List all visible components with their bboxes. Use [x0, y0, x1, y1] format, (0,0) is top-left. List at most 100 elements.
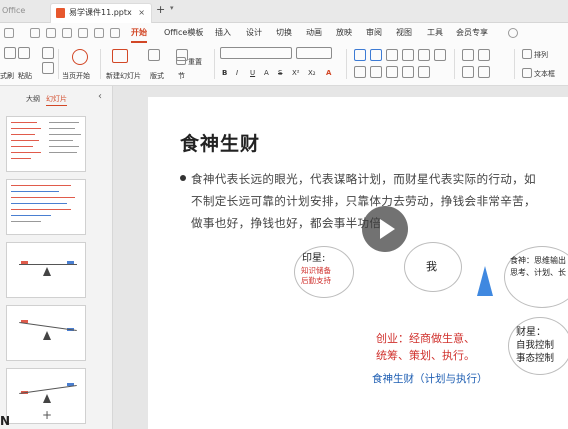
text-shadow-button[interactable]: A [264, 69, 269, 77]
add-slide-button[interactable]: + [42, 408, 52, 422]
tab-slides[interactable]: 幻灯片 [46, 94, 67, 106]
tab-design[interactable]: 设计 [246, 27, 262, 38]
font-color-button[interactable]: A [326, 69, 331, 77]
print-icon[interactable] [62, 28, 72, 38]
paste-icon[interactable] [18, 47, 30, 59]
numbering-icon[interactable] [434, 49, 446, 61]
me-label: 我 [426, 260, 437, 273]
italic-button[interactable]: I [236, 69, 238, 77]
save-icon[interactable] [30, 28, 40, 38]
align-left-icon[interactable] [354, 49, 366, 61]
video-play-button[interactable] [362, 206, 408, 252]
tab-office-templates[interactable]: Office模板 [164, 27, 203, 38]
new-slide-label[interactable]: 新建幻灯片 [106, 71, 141, 81]
underline-button[interactable]: U [250, 69, 255, 77]
body-text-line[interactable]: 食神代表长远的眼光，代表谋略计划，而财星代表实际的行动，如 [191, 171, 536, 187]
play-icon [380, 219, 395, 239]
slide-thumbnail[interactable] [6, 305, 86, 361]
align-right-icon[interactable] [386, 49, 398, 61]
play-from-current-icon[interactable] [72, 49, 88, 65]
close-tab-icon[interactable]: × [138, 4, 145, 22]
toolbar-divider [514, 49, 515, 79]
tab-view[interactable]: 视图 [396, 27, 412, 38]
tab-animation[interactable]: 动画 [306, 27, 322, 38]
slide-title[interactable]: 食神生财 [180, 129, 260, 156]
shapes-icon[interactable] [462, 49, 474, 61]
play-from-current-label[interactable]: 当页开始 [62, 71, 90, 81]
toolbar-divider [100, 49, 101, 79]
preview-icon[interactable] [78, 28, 88, 38]
slide-thumbnail[interactable] [6, 242, 86, 298]
current-slide[interactable]: 食神生财 食神代表长远的眼光，代表谋略计划，而财星代表实际的行动，如 不制定长远… [148, 97, 568, 429]
toolbar-divider [214, 49, 215, 79]
paste-label[interactable]: 粘贴 [18, 71, 32, 81]
undo-icon[interactable] [94, 28, 104, 38]
reset-icon[interactable] [176, 57, 186, 65]
chuangye-text: 创业：经商做生意、 [376, 332, 475, 345]
outdent-icon[interactable] [370, 66, 382, 78]
bullets-icon[interactable] [418, 49, 430, 61]
shishen-label: 食神：思维输出 [510, 256, 566, 265]
table-icon[interactable] [462, 66, 474, 78]
bullet-dot [180, 175, 186, 181]
slide-thumbnail-pane: 大纲 幻灯片 ‹ + [0, 86, 113, 429]
caixing-detail: 自我控制 [516, 340, 555, 351]
slide-editor: 食神生财 食神代表长远的眼光，代表谋略计划，而财星代表实际的行动，如 不制定长远… [113, 86, 568, 429]
bold-button[interactable]: B [222, 69, 227, 77]
font-size-select[interactable] [296, 47, 332, 59]
toolbar-divider [58, 49, 59, 79]
chart-icon[interactable] [478, 66, 490, 78]
document-tab[interactable]: 易学课件11.pptx × [50, 3, 152, 23]
tab-review[interactable]: 审阅 [366, 27, 382, 38]
search-icon[interactable] [508, 28, 518, 38]
reset-label[interactable]: 重置 [188, 57, 202, 67]
font-family-select[interactable] [220, 47, 292, 59]
textbox-label[interactable]: 文本框 [534, 69, 555, 79]
menu-icon[interactable] [4, 28, 14, 38]
format-painter-label[interactable]: 式刷 [0, 71, 14, 81]
tab-home[interactable]: 开始 [131, 27, 147, 38]
align-center-icon[interactable] [370, 49, 382, 61]
slide-thumbnail[interactable] [6, 179, 86, 235]
tab-insert[interactable]: 插入 [215, 27, 231, 38]
redo-icon[interactable] [110, 28, 120, 38]
chuangye-text: 统筹、策划、执行。 [376, 349, 475, 362]
copy-icon[interactable] [42, 62, 54, 74]
shishen-label: 思考、计划、长 [510, 268, 566, 277]
arrange-icon[interactable] [522, 49, 532, 59]
tab-transition[interactable]: 切换 [276, 27, 292, 38]
slide-thumbnail[interactable] [6, 116, 86, 172]
yinxing-title: 印星: [302, 253, 326, 264]
strikethrough-button[interactable]: S [278, 69, 282, 77]
arrange-label[interactable]: 排列 [534, 50, 548, 60]
collapse-pane-icon[interactable]: ‹ [98, 91, 102, 102]
columns-icon[interactable] [418, 66, 430, 78]
app-tab[interactable]: Office [0, 2, 48, 20]
app-tab-label: Office [2, 6, 26, 15]
tab-outline[interactable]: 大纲 [26, 94, 40, 104]
new-tab-button[interactable]: + [156, 3, 165, 16]
indent-icon[interactable] [354, 66, 366, 78]
body-text-line[interactable]: 不制定长远可靠的计划安排，只靠体力去劳动，挣钱会非常辛苦， [191, 193, 536, 209]
subscript-button[interactable]: X₂ [308, 69, 316, 77]
tab-menu-icon[interactable]: ▾ [170, 4, 174, 12]
cut-icon[interactable] [42, 47, 54, 59]
text-direction-icon[interactable] [402, 66, 414, 78]
tab-member[interactable]: 会员专享 [456, 27, 488, 38]
superscript-button[interactable]: X² [292, 69, 300, 77]
caixing-detail: 事态控制 [516, 353, 555, 364]
justify-icon[interactable] [402, 49, 414, 61]
format-painter-icon[interactable] [4, 47, 16, 59]
layout-label[interactable]: 版式 [150, 71, 164, 81]
line-spacing-icon[interactable] [386, 66, 398, 78]
textbox-icon[interactable] [522, 68, 532, 78]
picture-icon[interactable] [478, 49, 490, 61]
toolbar-divider [454, 49, 455, 79]
caixing-title: 财星： [516, 327, 546, 338]
section-label[interactable]: 节 [178, 71, 185, 81]
new-slide-icon[interactable] [112, 49, 128, 63]
tab-tools[interactable]: 工具 [427, 27, 443, 38]
folder-icon[interactable] [46, 28, 56, 38]
tab-slideshow[interactable]: 放映 [336, 27, 352, 38]
layout-icon[interactable] [148, 49, 160, 61]
